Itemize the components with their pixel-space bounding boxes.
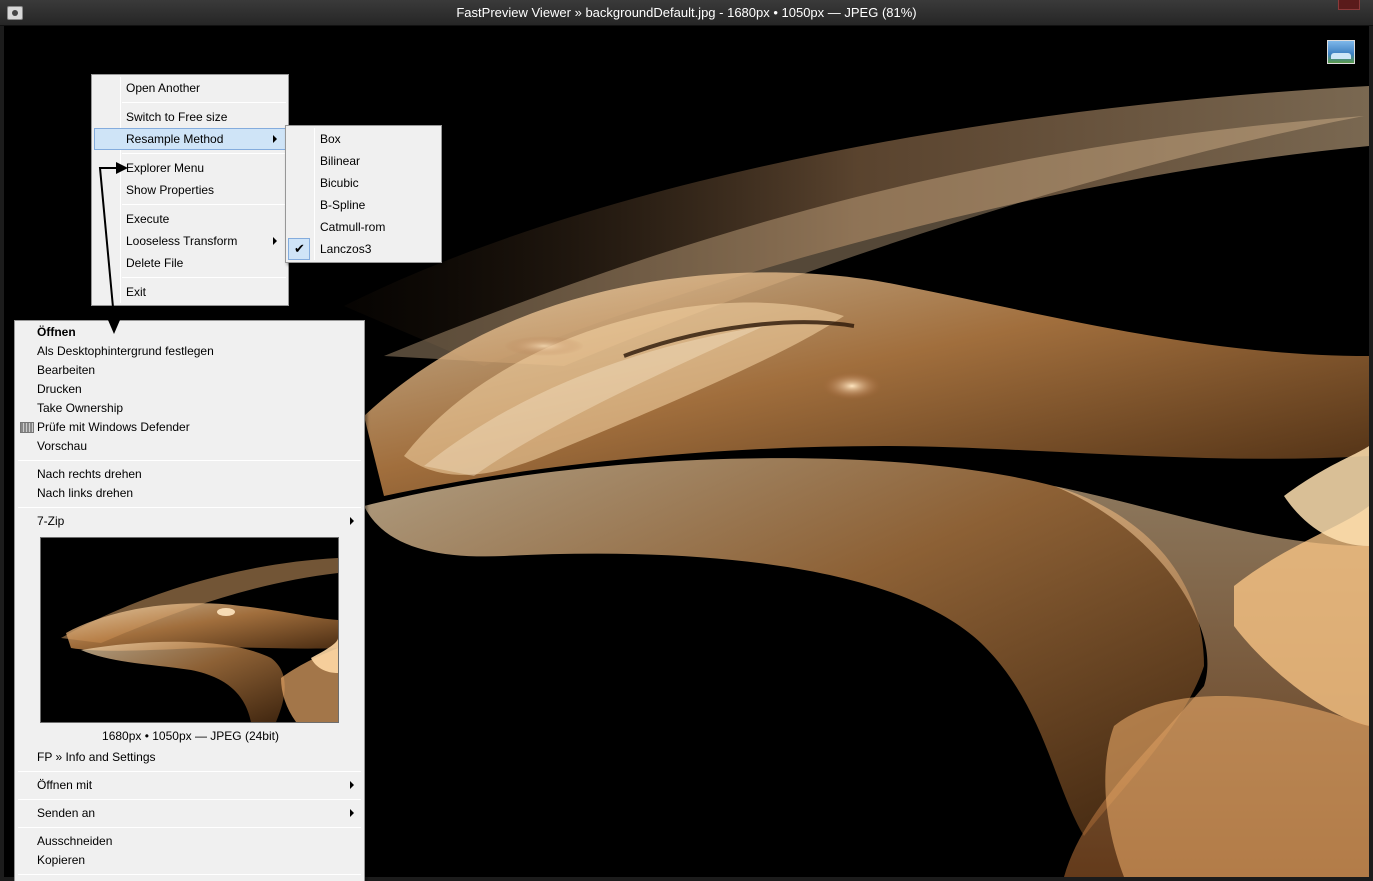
menu-item-label: Box xyxy=(320,132,341,146)
windows-defender-icon xyxy=(20,422,34,433)
menu-separator xyxy=(18,460,361,461)
submenu-arrow-icon xyxy=(273,135,277,143)
menu-item-label: Open Another xyxy=(126,81,201,95)
menu-item-looseless-transform[interactable]: Looseless Transform xyxy=(94,231,286,251)
menu-item-exit[interactable]: Exit xyxy=(94,282,286,302)
menu-item-take-ownership[interactable]: Take Ownership xyxy=(17,398,362,418)
menu-item-bicubic[interactable]: Bicubic xyxy=(288,173,439,193)
menu-item-7zip[interactable]: 7-Zip xyxy=(17,511,362,531)
menu-item-label: Öffnen mit xyxy=(37,778,93,792)
title-bar[interactable]: FastPreview Viewer » backgroundDefault.j… xyxy=(0,0,1373,26)
menu-item-resample-method[interactable]: Resample Method xyxy=(94,128,286,150)
menu-item-label: Show Properties xyxy=(126,183,215,197)
thumbnail-toggle-icon[interactable] xyxy=(1327,40,1355,64)
menu-item-delete-file[interactable]: Delete File xyxy=(94,253,286,273)
menu-item-explorer-menu[interactable]: Explorer Menu xyxy=(94,158,286,178)
menu-item-bilinear[interactable]: Bilinear xyxy=(288,151,439,171)
menu-item-label: Looseless Transform xyxy=(126,234,238,248)
menu-item-senden-an[interactable]: Senden an xyxy=(17,803,362,823)
menu-item-label: Prüfe mit Windows Defender xyxy=(37,420,190,434)
menu-item-label: Delete File xyxy=(126,256,184,270)
menu-separator xyxy=(122,277,286,278)
menu-item-label: Öffnen xyxy=(37,325,76,339)
close-button[interactable] xyxy=(1338,0,1360,10)
menu-item-fp-info-settings[interactable]: FP » Info and Settings xyxy=(17,747,362,767)
menu-item-show-properties[interactable]: Show Properties xyxy=(94,180,286,200)
menu-item-open-another[interactable]: Open Another xyxy=(94,78,286,98)
menu-item-label: Lanczos3 xyxy=(320,242,372,256)
menu-item-windows-defender[interactable]: Prüfe mit Windows Defender xyxy=(17,417,362,437)
menu-item-label: Bilinear xyxy=(320,154,361,168)
menu-separator xyxy=(18,507,361,508)
menu-separator xyxy=(18,771,361,772)
menu-item-b-spline[interactable]: B-Spline xyxy=(288,195,439,215)
menu-item-label: Exit xyxy=(126,285,147,299)
menu-item-label: Take Ownership xyxy=(37,401,124,415)
menu-item-ausschneiden[interactable]: Ausschneiden xyxy=(17,831,362,851)
menu-item-label: Als Desktophintergrund festlegen xyxy=(37,344,214,358)
menu-item-label: Switch to Free size xyxy=(126,110,228,124)
thumbnail-image xyxy=(41,538,338,722)
window-title: FastPreview Viewer » backgroundDefault.j… xyxy=(456,5,917,20)
menu-item-label: Bicubic xyxy=(320,176,359,190)
menu-item-label: Bearbeiten xyxy=(37,363,96,377)
menu-item-label: Nach links drehen xyxy=(37,486,134,500)
menu-separator xyxy=(18,874,361,875)
menu-item-box[interactable]: Box xyxy=(288,129,439,149)
menu-item-label: Senden an xyxy=(37,806,96,820)
menu-separator xyxy=(122,102,286,103)
menu-item-drucken[interactable]: Drucken xyxy=(17,379,362,399)
menu-separator xyxy=(18,827,361,828)
menu-item-label: Explorer Menu xyxy=(126,161,205,175)
menu-item-oeffnen[interactable]: Öffnen xyxy=(17,322,362,342)
submenu-arrow-icon xyxy=(350,517,354,525)
submenu-arrow-icon xyxy=(273,237,277,245)
menu-item-label: FP » Info and Settings xyxy=(37,750,156,764)
submenu-arrow-icon xyxy=(350,781,354,789)
menu-item-bearbeiten[interactable]: Bearbeiten xyxy=(17,360,362,380)
menu-item-vorschau[interactable]: Vorschau xyxy=(17,436,362,456)
menu-item-label: Vorschau xyxy=(37,439,88,453)
menu-item-label: Drucken xyxy=(37,382,82,396)
thumbnail-preview[interactable] xyxy=(40,537,339,723)
menu-item-label: Ausschneiden xyxy=(37,834,113,848)
app-window: FastPreview Viewer » backgroundDefault.j… xyxy=(0,0,1373,881)
menu-separator xyxy=(18,799,361,800)
menu-item-execute[interactable]: Execute xyxy=(94,209,286,229)
menu-item-label: Kopieren xyxy=(37,853,86,867)
menu-item-label: Execute xyxy=(126,212,170,226)
main-context-menu: Open Another Switch to Free size Resampl… xyxy=(91,74,289,306)
menu-item-desktop-background[interactable]: Als Desktophintergrund festlegen xyxy=(17,341,362,361)
menu-separator xyxy=(122,204,286,205)
menu-item-label: Catmull-rom xyxy=(320,220,386,234)
menu-separator xyxy=(122,153,286,154)
menu-item-label: 7-Zip xyxy=(37,514,65,528)
menu-item-rotate-left[interactable]: Nach links drehen xyxy=(17,483,362,503)
menu-item-switch-free-size[interactable]: Switch to Free size xyxy=(94,107,286,127)
menu-item-label: Nach rechts drehen xyxy=(37,467,142,481)
menu-item-catmull-rom[interactable]: Catmull-rom xyxy=(288,217,439,237)
image-info-text: 1680px • 1050px — JPEG (24bit) xyxy=(102,729,279,743)
submenu-arrow-icon xyxy=(350,809,354,817)
menu-item-label: Resample Method xyxy=(126,132,224,146)
resample-submenu: Box Bilinear Bicubic B-Spline Catmull-ro… xyxy=(285,125,442,263)
menu-item-oeffnen-mit[interactable]: Öffnen mit xyxy=(17,775,362,795)
menu-item-kopieren[interactable]: Kopieren xyxy=(17,850,362,870)
menu-item-rotate-right[interactable]: Nach rechts drehen xyxy=(17,464,362,484)
menu-item-lanczos3[interactable]: Lanczos3 xyxy=(288,239,439,259)
menu-item-label: B-Spline xyxy=(320,198,366,212)
explorer-context-menu: Öffnen Als Desktophintergrund festlegen … xyxy=(14,320,365,881)
